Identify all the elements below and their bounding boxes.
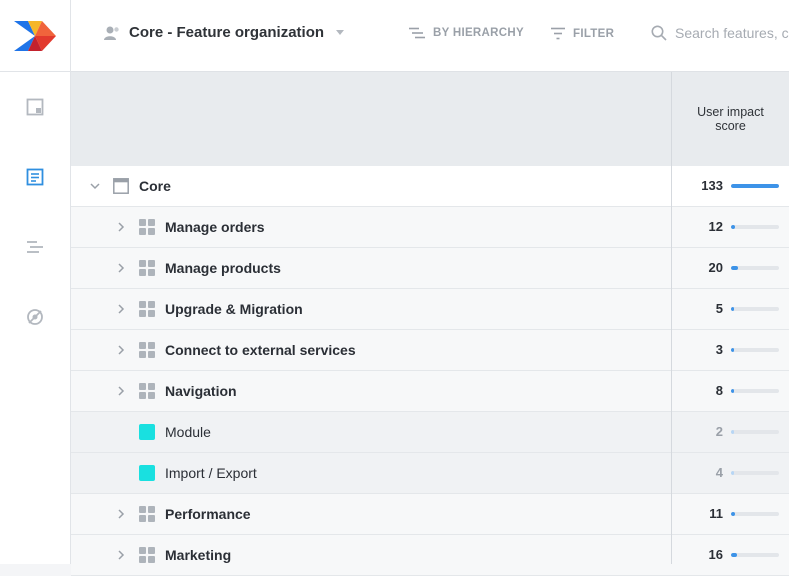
component-icon xyxy=(139,260,155,276)
row-label[interactable]: Core xyxy=(139,178,171,194)
component-icon xyxy=(139,547,155,563)
row-label[interactable]: Marketing xyxy=(165,547,231,563)
board-title: Core - Feature organization xyxy=(129,24,325,41)
search-box xyxy=(651,25,789,41)
users-icon xyxy=(104,26,119,40)
insights-icon[interactable] xyxy=(24,306,46,328)
hierarchy-label: BY HIERARCHY xyxy=(433,27,524,39)
impact-score-bar-fill xyxy=(731,225,736,229)
impact-score-bar-fill xyxy=(731,266,739,270)
impact-score-bar-fill xyxy=(731,471,734,475)
table-row[interactable]: Module 2 xyxy=(71,412,789,453)
chevron-right-icon[interactable] xyxy=(114,343,128,357)
impact-score-value: 2 xyxy=(715,424,723,439)
table-row[interactable]: Navigation 8 xyxy=(71,371,789,412)
logo-area xyxy=(0,0,70,72)
impact-score-value: 133 xyxy=(701,178,723,193)
chevron-right-icon[interactable] xyxy=(114,261,128,275)
table-row[interactable]: Import / Export 4 xyxy=(71,453,789,494)
product-icon xyxy=(113,178,129,194)
impact-score-bar-fill xyxy=(731,348,734,352)
user-impact-score-column-header[interactable]: User impact score xyxy=(672,72,789,166)
column-header-label: User impact score xyxy=(697,105,764,133)
impact-score-bar xyxy=(731,512,779,516)
impact-score-value: 4 xyxy=(715,465,723,480)
filter-button[interactable]: FILTER xyxy=(551,27,614,40)
chevron-right-icon[interactable] xyxy=(114,384,128,398)
impact-score-bar-fill xyxy=(731,184,779,188)
productboard-logo-icon[interactable] xyxy=(14,21,56,51)
impact-score-bar xyxy=(731,471,779,475)
impact-score-value: 11 xyxy=(709,506,723,521)
feature-icon xyxy=(139,465,155,481)
impact-score-value: 16 xyxy=(708,547,723,562)
board-icon[interactable] xyxy=(24,96,46,118)
row-label[interactable]: Manage products xyxy=(165,260,281,276)
search-input[interactable] xyxy=(675,25,789,41)
impact-score-bar-fill xyxy=(731,389,734,393)
chevron-down-icon xyxy=(336,30,345,35)
table-row[interactable]: Manage orders 12 xyxy=(71,207,789,248)
impact-score-bar-fill xyxy=(731,553,737,557)
impact-score-bar xyxy=(731,389,779,393)
impact-score-bar xyxy=(731,266,779,270)
impact-score-bar xyxy=(731,307,779,311)
search-icon xyxy=(651,25,667,41)
table-row[interactable]: Connect to external services 3 xyxy=(71,330,789,371)
row-label[interactable]: Manage orders xyxy=(165,219,265,235)
table-row[interactable]: Performance 11 xyxy=(71,494,789,535)
row-label[interactable]: Import / Export xyxy=(165,465,257,481)
left-rail xyxy=(0,0,71,564)
component-icon xyxy=(139,219,155,235)
filter-icon xyxy=(551,27,565,40)
impact-score-value: 3 xyxy=(715,342,723,357)
roadmap-icon[interactable] xyxy=(24,236,46,258)
component-icon xyxy=(139,383,155,399)
table-header-blank xyxy=(71,72,671,166)
filter-label: FILTER xyxy=(573,27,615,40)
chevron-right-icon[interactable] xyxy=(114,507,128,521)
table-row[interactable]: Manage products 20 xyxy=(71,248,789,289)
component-icon xyxy=(139,342,155,358)
chevron-right-icon[interactable] xyxy=(114,548,128,562)
table-row[interactable]: Marketing 16 xyxy=(71,535,789,576)
table-row[interactable]: Upgrade & Migration 5 xyxy=(71,289,789,330)
impact-score-value: 8 xyxy=(715,383,723,398)
impact-score-bar-fill xyxy=(731,307,734,311)
impact-score-bar-fill xyxy=(731,430,734,434)
row-label[interactable]: Module xyxy=(165,424,211,440)
impact-score-bar xyxy=(731,430,779,434)
row-label[interactable]: Navigation xyxy=(165,383,237,399)
row-label[interactable]: Performance xyxy=(165,506,251,522)
document-icon[interactable] xyxy=(24,166,46,188)
impact-score-bar xyxy=(731,348,779,352)
impact-score-value: 12 xyxy=(708,219,723,234)
feature-table: Core 133 Manage orders 12 Manage products 20 U… xyxy=(71,166,789,576)
component-icon xyxy=(139,301,155,317)
board-selector[interactable]: Core - Feature organization xyxy=(103,24,345,41)
top-bar: Core - Feature organization BY HIERARCHY… xyxy=(71,0,789,72)
impact-score-value: 5 xyxy=(715,301,723,316)
column-divider xyxy=(671,72,672,564)
table-row[interactable]: Core 133 xyxy=(71,166,789,207)
row-label[interactable]: Upgrade & Migration xyxy=(165,301,303,317)
component-icon xyxy=(139,506,155,522)
row-label[interactable]: Connect to external services xyxy=(165,342,356,358)
impact-score-bar-fill xyxy=(731,512,735,516)
impact-score-bar xyxy=(731,553,779,557)
chevron-right-icon[interactable] xyxy=(114,220,128,234)
chevron-right-icon[interactable] xyxy=(114,302,128,316)
impact-score-bar xyxy=(731,184,779,188)
feature-icon xyxy=(139,424,155,440)
impact-score-bar xyxy=(731,225,779,229)
impact-score-value: 20 xyxy=(708,260,723,275)
group-by-hierarchy-button[interactable]: BY HIERARCHY xyxy=(409,27,524,39)
chevron-down-icon[interactable] xyxy=(88,179,102,193)
hierarchy-icon xyxy=(409,27,425,39)
